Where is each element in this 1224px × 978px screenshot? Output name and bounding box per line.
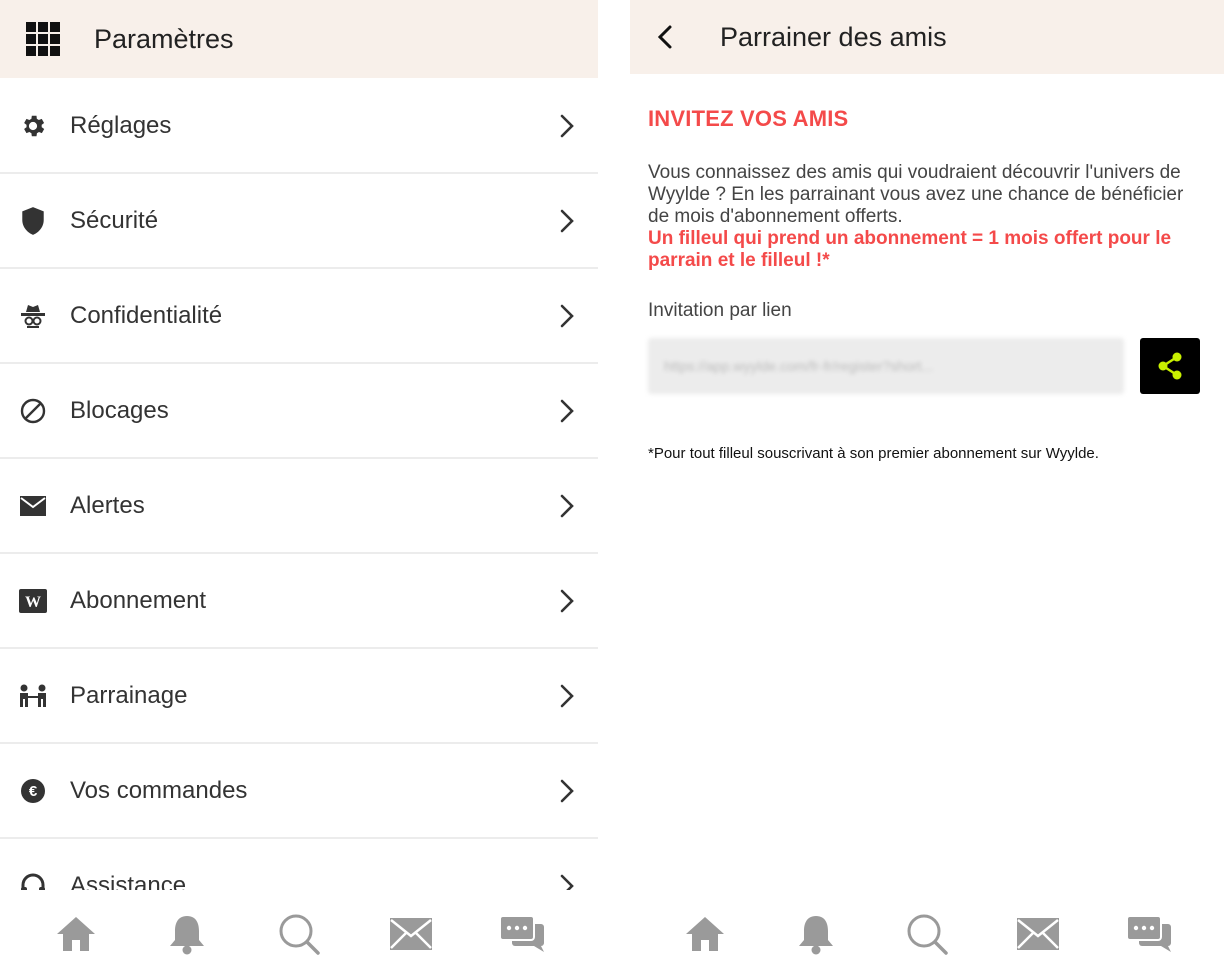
- menu-item-confidentialite[interactable]: Confidentialité: [0, 269, 598, 364]
- headset-icon: [18, 871, 48, 890]
- menu-item-label: Assistance: [70, 871, 187, 891]
- settings-menu: Réglages Sécurité Confidentialité Blocag…: [0, 79, 598, 890]
- menu-item-abonnement[interactable]: W Abonnement: [0, 554, 598, 649]
- chevron-right-icon: [560, 874, 574, 890]
- chevron-right-icon: [560, 684, 574, 707]
- home-icon[interactable]: [52, 910, 100, 958]
- description-text: Vous connaissez des amis qui voudraient …: [648, 162, 1184, 227]
- invite-link-row: [648, 338, 1202, 394]
- footnote: *Pour tout filleul souscrivant à son pre…: [648, 445, 1099, 462]
- chevron-left-icon[interactable]: [656, 22, 678, 52]
- menu-item-reglages[interactable]: Réglages: [0, 79, 598, 174]
- settings-screen: Paramètres Réglages Sécurité Confidentia…: [0, 0, 598, 978]
- menu-item-alertes[interactable]: Alertes: [0, 459, 598, 554]
- chat-icon[interactable]: [498, 910, 546, 958]
- share-button[interactable]: [1140, 338, 1200, 394]
- shield-icon: [18, 206, 48, 236]
- menu-item-label: Blocages: [70, 396, 169, 424]
- menu-item-label: Sécurité: [70, 206, 159, 234]
- link-label: Invitation par lien: [648, 300, 792, 321]
- page-title: Parrainer des amis: [720, 21, 947, 52]
- chevron-right-icon: [560, 779, 574, 802]
- menu-item-securite[interactable]: Sécurité: [0, 174, 598, 269]
- page-title: Paramètres: [94, 23, 234, 54]
- block-icon: [18, 396, 48, 426]
- spy-icon: [18, 301, 48, 331]
- chevron-right-icon: [560, 589, 574, 612]
- share-icon: [1158, 352, 1182, 380]
- mail-icon[interactable]: [387, 910, 435, 958]
- screen-divider: [598, 0, 630, 978]
- svg-text:€: €: [29, 783, 38, 800]
- menu-item-label: Vos commandes: [70, 776, 248, 804]
- invite-link-field[interactable]: [648, 338, 1124, 394]
- bottom-navigation: [0, 890, 598, 978]
- offer-highlight: Un filleul qui prend un abonnement = 1 m…: [648, 228, 1172, 271]
- menu-item-vos-commandes[interactable]: € Vos commandes: [0, 744, 598, 839]
- svg-text:W: W: [25, 594, 41, 611]
- menu-item-blocages[interactable]: Blocages: [0, 364, 598, 459]
- menu-item-label: Réglages: [70, 111, 172, 139]
- referral-header: Parrainer des amis: [630, 0, 1224, 74]
- chevron-right-icon: [560, 304, 574, 327]
- bell-icon[interactable]: [163, 910, 211, 958]
- bell-icon[interactable]: [792, 910, 840, 958]
- menu-item-label: Alertes: [70, 491, 145, 519]
- chevron-right-icon: [560, 114, 574, 137]
- wyylde-logo-icon: W: [18, 586, 48, 616]
- home-icon[interactable]: [681, 910, 729, 958]
- chevron-right-icon: [560, 494, 574, 517]
- envelope-icon: [18, 491, 48, 521]
- search-icon[interactable]: [903, 910, 951, 958]
- referral-description: Vous connaissez des amis qui voudraient …: [648, 162, 1196, 272]
- invite-heading: INVITEZ VOS AMIS: [648, 106, 849, 131]
- menu-item-label: Abonnement: [70, 586, 207, 614]
- grid-menu-icon[interactable]: [26, 22, 60, 56]
- bottom-navigation: [630, 890, 1224, 978]
- people-handshake-icon: [18, 681, 48, 711]
- settings-header: Paramètres: [0, 0, 598, 78]
- gear-icon: [18, 111, 48, 141]
- menu-item-label: Confidentialité: [70, 301, 223, 329]
- referral-content: INVITEZ VOS AMIS Vous connaissez des ami…: [648, 106, 1202, 464]
- chevron-right-icon: [560, 399, 574, 422]
- euro-icon: €: [18, 776, 48, 806]
- menu-item-label: Parrainage: [70, 681, 188, 709]
- chat-icon[interactable]: [1125, 910, 1173, 958]
- chevron-right-icon: [560, 209, 574, 232]
- referral-screen: Parrainer des amis INVITEZ VOS AMIS Vous…: [630, 0, 1224, 978]
- menu-item-assistance[interactable]: Assistance: [0, 839, 598, 890]
- menu-item-parrainage[interactable]: Parrainage: [0, 649, 598, 744]
- search-icon[interactable]: [275, 910, 323, 958]
- mail-icon[interactable]: [1014, 910, 1062, 958]
